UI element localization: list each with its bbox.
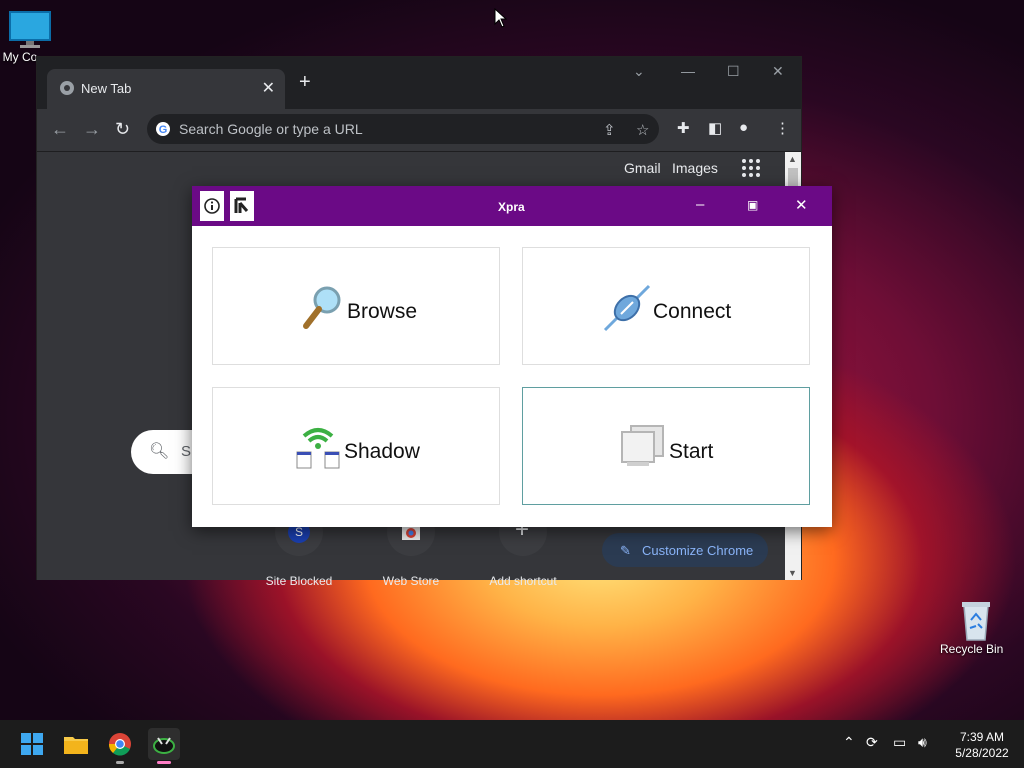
minimize-button[interactable]: – [696, 196, 704, 213]
connect-button[interactable]: Connect [522, 247, 810, 365]
browse-button[interactable]: Browse [212, 247, 500, 365]
show-hidden-icons-chevron-icon[interactable]: ⌃ [843, 734, 855, 751]
start-menu-button[interactable] [16, 728, 48, 760]
chrome-toolbar: ← → ↻ G Search Google or type a URL ⇪ ☆ … [37, 109, 801, 152]
windows-stack-icon [621, 425, 664, 466]
clock-time: 7:39 AM [959, 730, 1005, 744]
network-icon[interactable]: ▭ [893, 734, 906, 751]
forward-button[interactable]: → [83, 119, 101, 140]
xpra-logo-button[interactable] [230, 191, 254, 221]
desktop-icon-recycle-bin[interactable]: Recycle Bin [940, 598, 1006, 656]
info-icon [204, 198, 220, 214]
google-apps-icon[interactable] [741, 158, 761, 178]
close-button[interactable]: ✕ [772, 63, 784, 80]
active-indicator [157, 761, 171, 764]
gmail-link[interactable]: Gmail [624, 160, 661, 176]
start-button[interactable]: Start [522, 387, 810, 505]
back-button[interactable]: ← [51, 119, 69, 140]
maximize-button[interactable]: ▣ [747, 198, 758, 212]
profile-icon[interactable]: ● [739, 119, 748, 136]
xpra-window: Xpra – ▣ ✕ Browse Connect Shadow Start [192, 186, 832, 527]
shortcut-label: Add shortcut [489, 574, 557, 588]
tile-label: Browse [347, 300, 418, 323]
maximize-button[interactable]: ☐ [727, 63, 740, 80]
folder-icon [64, 737, 88, 754]
search-box-text: S [181, 443, 192, 460]
xpra-app-icon [153, 737, 175, 754]
clock-date: 5/28/2022 [955, 746, 1009, 760]
desktop-icon-label: Recycle Bin [940, 642, 1004, 656]
chrome-tab-strip: New Tab ✕ + ⌄ — ☐ ✕ [37, 57, 801, 109]
customize-label: Customize Chrome [642, 543, 754, 558]
chrome-icon [108, 733, 131, 756]
running-indicator [116, 761, 124, 764]
tab-search-icon[interactable]: ⌄ [633, 63, 645, 80]
close-button[interactable]: ✕ [795, 196, 808, 214]
search-icon: 🔍︎ [149, 443, 170, 460]
xpra-titlebar[interactable]: Xpra – ▣ ✕ [192, 186, 832, 226]
shadow-button[interactable]: Shadow [212, 387, 500, 505]
taskbar: ⌃ ⟳ ▭ 🔊︎ 7:39 AM 5/28/2022 [0, 720, 1024, 768]
tab-close-icon[interactable]: ✕ [262, 78, 275, 98]
side-panel-icon[interactable]: ◧ [708, 119, 722, 137]
window-title: Xpra [498, 200, 525, 214]
xpra-taskbar-button[interactable] [148, 728, 180, 764]
new-tab-button[interactable]: + [299, 71, 311, 94]
shortcut-label: Web Store [382, 574, 440, 588]
sync-update-icon[interactable]: ⟳ [866, 734, 878, 751]
tab-title: New Tab [81, 81, 132, 96]
magnifier-icon [303, 286, 341, 329]
svg-text:G: G [159, 124, 168, 136]
customize-chrome-button[interactable]: ✎ Customize Chrome [602, 533, 768, 567]
google-g-icon: G [156, 122, 170, 136]
images-link[interactable]: Images [672, 160, 718, 176]
mouse-cursor-icon [494, 7, 508, 33]
share-icon[interactable]: ⇪ [603, 121, 616, 139]
tile-label: Start [669, 440, 714, 463]
omnibox-placeholder: Search Google or type a URL [179, 121, 363, 137]
scroll-down-icon[interactable]: ▼ [788, 568, 797, 578]
chrome-taskbar-button[interactable] [104, 728, 136, 764]
xpra-logo-icon [234, 197, 249, 213]
plug-icon [603, 284, 651, 332]
windows-logo-icon [21, 733, 43, 755]
minimize-button[interactable]: — [681, 63, 695, 79]
volume-icon[interactable]: 🔊︎ [918, 734, 927, 751]
reload-button[interactable]: ↻ [115, 119, 130, 140]
desktop-icon-label: My Co [2, 50, 38, 64]
extensions-icon[interactable]: ✚ [677, 119, 690, 137]
scroll-up-icon[interactable]: ▲ [788, 154, 797, 164]
tile-label: Connect [653, 300, 732, 323]
menu-kebab-icon[interactable]: ⋮ [775, 119, 790, 137]
file-explorer-button[interactable] [60, 728, 92, 760]
info-button[interactable] [200, 191, 224, 221]
bookmark-star-icon[interactable]: ☆ [636, 121, 649, 139]
chrome-favicon-icon [60, 81, 74, 95]
wifi-screens-icon [296, 428, 340, 469]
monitor-icon [9, 11, 51, 48]
omnibox[interactable]: G Search Google or type a URL ⇪ ☆ [147, 114, 659, 144]
system-clock[interactable]: 7:39 AM 5/28/2022 [942, 729, 1022, 761]
recycle-bin-icon [962, 602, 990, 641]
tile-label: Shadow [344, 440, 420, 463]
shortcut-label: Site Blocked [265, 574, 333, 588]
tab-new-tab[interactable]: New Tab ✕ [47, 69, 285, 109]
pencil-icon: ✎ [620, 543, 631, 558]
